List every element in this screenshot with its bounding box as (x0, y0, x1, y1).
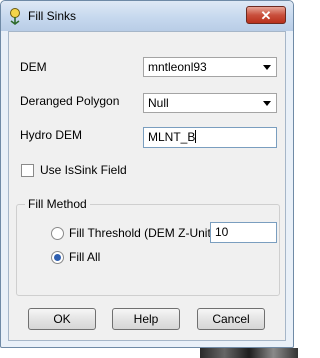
background-window-fragment (200, 348, 298, 358)
fill-sinks-icon (10, 8, 20, 25)
deranged-polygon-dropdown-value: Null (148, 96, 169, 110)
deranged-polygon-dropdown[interactable]: Null (143, 93, 277, 113)
dem-dropdown-value: mntleonl93 (148, 60, 207, 74)
chevron-down-icon (263, 101, 271, 106)
hydro-dem-input-value: MLNT_B (148, 130, 196, 144)
dialog-title: Fill Sinks (28, 9, 77, 23)
text-cursor (195, 130, 197, 143)
fill-method-group: Fill Method Fill Threshold (DEM Z-Unit) … (16, 197, 280, 296)
fill-sinks-dialog: Fill Sinks ✕ DEM mntleonl93 Deranged Pol… (0, 0, 294, 348)
dialog-body: DEM mntleonl93 Deranged Polygon Null Hyd… (8, 31, 286, 341)
chevron-down-icon (263, 65, 271, 70)
dem-label: DEM (20, 60, 47, 74)
hydro-dem-label: Hydro DEM (20, 128, 83, 142)
deranged-polygon-label: Deranged Polygon (20, 94, 120, 108)
fill-threshold-radio[interactable] (51, 227, 64, 240)
title-bar[interactable]: Fill Sinks ✕ (1, 1, 293, 31)
fill-all-label[interactable]: Fill All (69, 250, 100, 264)
use-issink-label[interactable]: Use IsSink Field (40, 163, 127, 177)
fill-all-radio[interactable] (51, 251, 64, 264)
dem-dropdown[interactable]: mntleonl93 (143, 57, 277, 77)
fill-method-title: Fill Method (25, 197, 90, 211)
fill-threshold-value: 10 (215, 225, 229, 239)
close-icon: ✕ (260, 8, 272, 23)
fill-threshold-label[interactable]: Fill Threshold (DEM Z-Unit) (69, 226, 215, 240)
ok-button[interactable]: OK (28, 308, 96, 330)
use-issink-checkbox[interactable] (21, 164, 34, 177)
fill-threshold-input[interactable]: 10 (210, 222, 277, 243)
hydro-dem-input[interactable]: MLNT_B (143, 127, 277, 148)
close-button[interactable]: ✕ (246, 6, 286, 24)
cancel-button[interactable]: Cancel (197, 308, 265, 330)
help-button[interactable]: Help (112, 308, 180, 330)
